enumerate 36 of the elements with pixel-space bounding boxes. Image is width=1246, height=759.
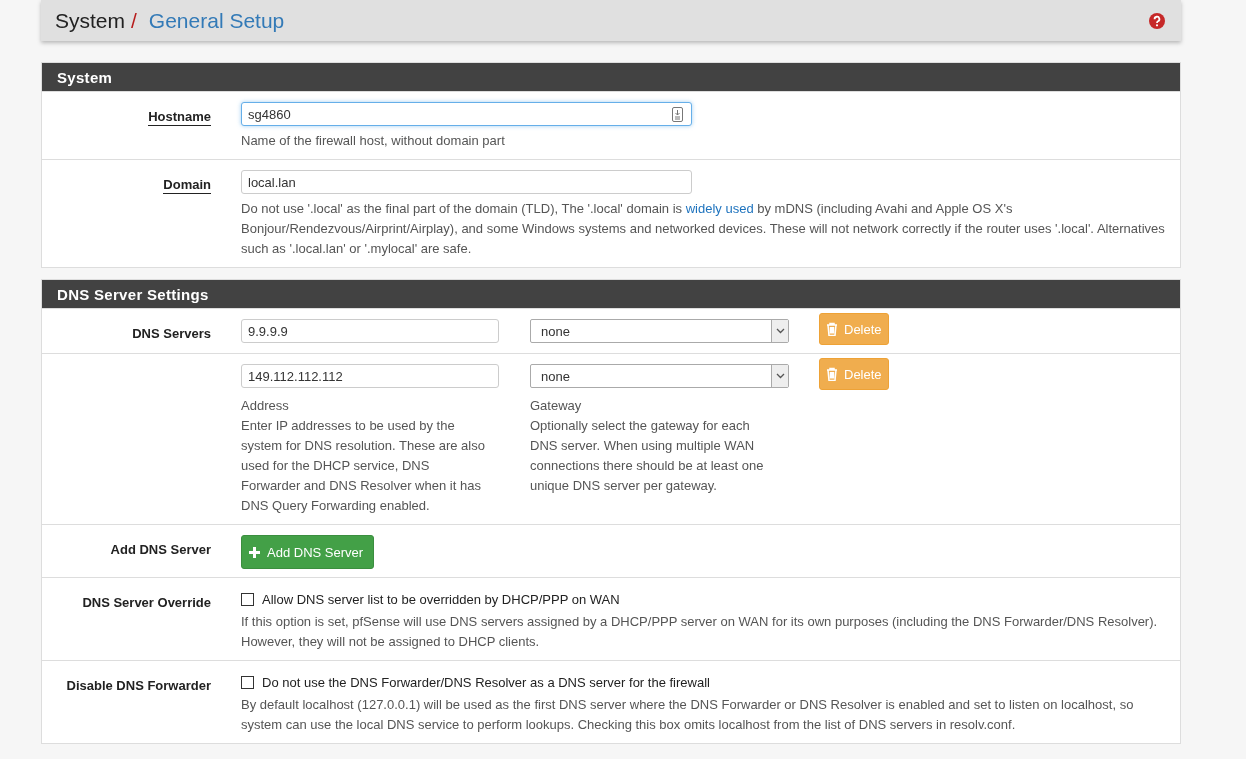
field-label: DNS Server Override <box>82 595 211 610</box>
plus-icon <box>248 545 261 559</box>
keyboard-icon <box>672 106 683 122</box>
gateway-help-text: Optionally select the gateway for each DNS server. When using multiple WAN connections there should be at least one unique DNS server per gateway. <box>530 417 765 495</box>
gateway-label: Gateway <box>530 397 583 415</box>
panel-title: System <box>42 63 1180 91</box>
checkbox-label: Allow DNS server list to be overridden by DHCP/PPP on WAN <box>262 592 620 607</box>
address-input-field[interactable]: 149.112.112.112 <box>241 364 499 388</box>
help-text: By default localhost (127.0.0.1) will be used as the first DNS server where the DNS Forwarder or DNS Resolver is enabled and set to listen on localhost, so system can use the local DNS service to perform lookups. Checking this box omits localhost from the list of DNS servers in resolv.conf. <box>241 696 1135 734</box>
address-label: Address <box>241 397 290 415</box>
address-input-field[interactable]: 9.9.9.9 <box>241 319 499 343</box>
gateway-select[interactable]: none <box>530 319 789 343</box>
field-label[interactable]: Domain <box>163 177 211 194</box>
checkbox[interactable] <box>241 676 254 689</box>
breadcrumb-parent: System <box>55 8 125 33</box>
field-label[interactable]: Hostname <box>148 109 211 126</box>
trash-icon <box>826 322 838 336</box>
field-label: Disable DNS Forwarder <box>66 678 211 693</box>
text-input-field[interactable]: local.lan <box>241 170 692 194</box>
breadcrumb-separator: / <box>131 8 137 33</box>
widely-used-link[interactable]: widely used <box>685 201 754 216</box>
gateway-select[interactable]: none <box>530 364 789 388</box>
caret-icon <box>775 328 785 334</box>
trash-icon <box>826 367 838 381</box>
help-text: If this option is set, pfSense will use DNS servers assigned by a DHCP/PPP server on WAN for its own purposes (including the DNS Forwarder/DNS Resolver). However, they will not be assigned to DHCP clients. <box>241 613 1159 651</box>
field-label: Add DNS Server <box>110 542 211 557</box>
help-text: Name of the firewall host, without domain part <box>241 132 506 150</box>
checkbox[interactable] <box>241 593 254 606</box>
field-label: DNS Servers <box>132 326 211 341</box>
panel-title: DNS Server Settings <box>42 280 1180 308</box>
caret-icon <box>775 373 785 379</box>
text-input-field[interactable]: sg4860 <box>241 102 692 126</box>
address-help-text: Enter IP addresses to be used by the system for DNS resolution. These are also used for the DHCP service, DNS Forwarder and DNS Resolver when it has DNS Query Forwarding enabled. <box>241 417 486 515</box>
help-icon[interactable] <box>1149 12 1165 29</box>
help-text: Do not use '.local' as the final part of the domain (TLD), The '.local' domain is widely used by mDNS (including Avahi and Apple OS X's Bonjour/Rendezvous/Airprint/Airplay), and some Windows systems and networked devices. These will not network correctly if the router uses '.local'. Alternatives such as '.local.lan' or '.mylocal' are safe. <box>241 200 1166 258</box>
checkbox-label: Do not use the DNS Forwarder/DNS Resolver as a DNS server for the firewall <box>262 675 710 690</box>
